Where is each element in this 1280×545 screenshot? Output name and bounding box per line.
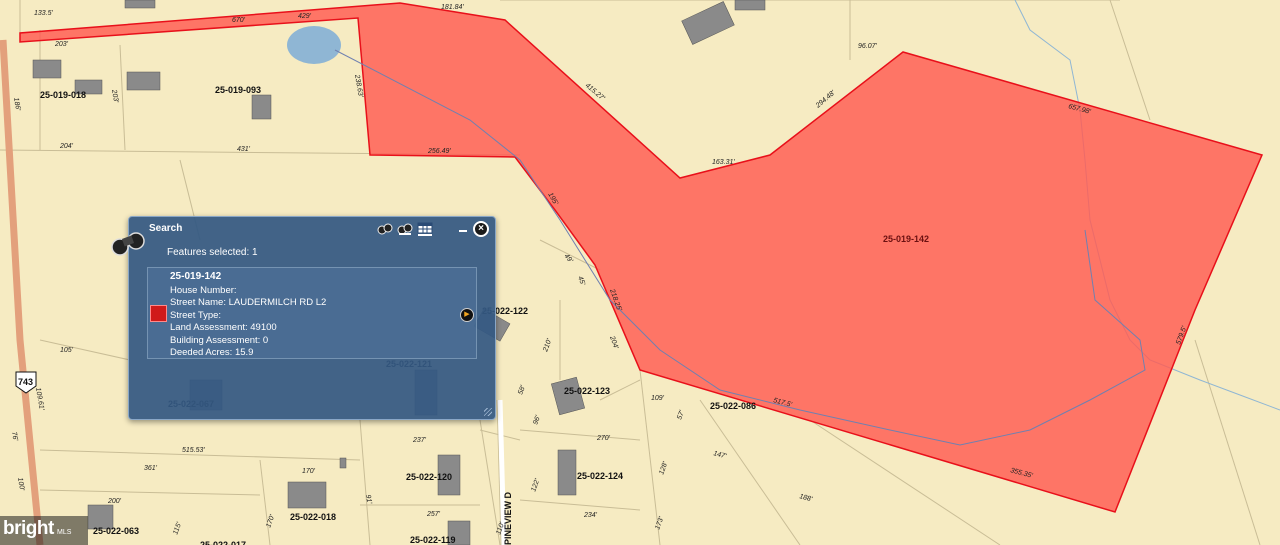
watermark: bright MLS: [0, 516, 88, 545]
dim-label: 429': [298, 13, 312, 20]
dim-label: 238.63': [353, 73, 364, 98]
dim-label: 109': [651, 395, 665, 402]
table-icon[interactable]: [417, 222, 433, 236]
dim-label: 181.84': [441, 4, 464, 11]
result-parcel-id: 25-019-142: [170, 271, 222, 282]
dim-label: 431': [237, 146, 251, 153]
dim-label: 96': [532, 414, 542, 426]
search-result[interactable]: 25-019-142 House Number: Street Name: LA…: [147, 267, 477, 359]
dim-label: 105': [60, 347, 74, 354]
dim-label: 173': [654, 515, 665, 530]
dim-label: 100': [16, 477, 25, 492]
dim-label: 200': [107, 498, 122, 505]
parcel-label: 25-019-093: [215, 85, 261, 95]
dim-label: 147': [712, 450, 727, 460]
arrow-right-icon[interactable]: ▶: [460, 308, 474, 322]
dim-label: 96.07': [858, 43, 878, 50]
pond: [287, 26, 341, 64]
road-label: PINEVIEW D: [503, 491, 513, 545]
dim-label: 186': [12, 97, 21, 112]
deeded-acres: Deeded Acres: 15.9: [170, 347, 254, 359]
search-panel[interactable]: Search × Features selected: 1 25-019-142…: [111, 216, 496, 420]
dim-label: 109.61': [34, 387, 45, 411]
watermark-logo: bright: [3, 518, 54, 539]
street-type: Street Type:: [170, 309, 222, 321]
land-assessment: Land Assessment: 49100: [170, 322, 277, 334]
street-name: Street Name: LAUDERMILCH RD L2: [170, 297, 327, 309]
svg-text:743: 743: [18, 377, 33, 387]
parcel-label: 25-022-123: [564, 386, 610, 396]
dim-label: 170': [302, 468, 316, 475]
dim-label: 270': [596, 435, 611, 442]
dim-label: 203': [54, 41, 69, 48]
route-shield: 743: [15, 371, 37, 394]
dim-label: 76': [10, 431, 19, 442]
house-number: House Number:: [170, 285, 237, 296]
dim-label: 670': [232, 17, 246, 24]
dim-label: 163.31': [712, 159, 735, 166]
parcel-label: 25-022-119: [410, 535, 456, 545]
resize-grip[interactable]: [484, 408, 492, 416]
binoculars-icon: [111, 232, 145, 256]
result-fields: House Number: Street Name: LAUDERMILCH R…: [170, 285, 326, 359]
parcel-label: 25-022-018: [290, 512, 336, 522]
parcel-label: 25-022-124: [577, 471, 623, 481]
dim-label: 188': [798, 493, 813, 503]
minimize-icon[interactable]: [459, 230, 467, 232]
highlighted-parcel-label: 25-019-142: [883, 234, 929, 244]
building-assessment: Building Assessment: 0: [170, 334, 269, 346]
dim-label: 210': [542, 337, 554, 353]
dim-label: 58': [517, 384, 527, 396]
parcel-label: 25-022-120: [406, 472, 452, 482]
features-selected: Features selected: 1: [167, 247, 258, 258]
dim-label: 237': [412, 437, 427, 444]
parcel-swatch-icon[interactable]: [150, 305, 167, 322]
dim-label: 257': [426, 511, 441, 518]
search-features-icon[interactable]: [397, 222, 413, 236]
route-road: [0, 39, 44, 545]
dim-label: 115': [172, 521, 183, 536]
dim-label: 204': [608, 334, 620, 350]
dim-label: 234': [583, 512, 598, 519]
dim-label: 49': [562, 253, 574, 265]
parcel-label: 25-019-018: [40, 90, 86, 100]
parcel-label: 25-022-086: [710, 401, 756, 411]
dim-label: 128': [658, 460, 669, 475]
dim-label: 91': [364, 494, 373, 505]
close-icon[interactable]: ×: [473, 221, 489, 237]
dim-label: 45': [576, 275, 586, 287]
dim-label: 122': [530, 477, 541, 492]
dim-label: 133.5': [34, 10, 54, 17]
parcel-label: 25-022-017: [200, 540, 246, 545]
dim-label: 361': [144, 465, 158, 472]
dim-label: 57': [676, 409, 686, 421]
parcel-label: 25-022-063: [93, 526, 139, 536]
dim-label: 203': [110, 88, 119, 104]
panel-title: Search: [149, 223, 183, 234]
dim-label: 204': [59, 143, 74, 150]
dim-label: 515.53': [182, 447, 205, 454]
dim-label: 256.49': [427, 148, 451, 155]
identify-icon[interactable]: [377, 222, 393, 236]
watermark-sub: MLS: [57, 529, 72, 536]
